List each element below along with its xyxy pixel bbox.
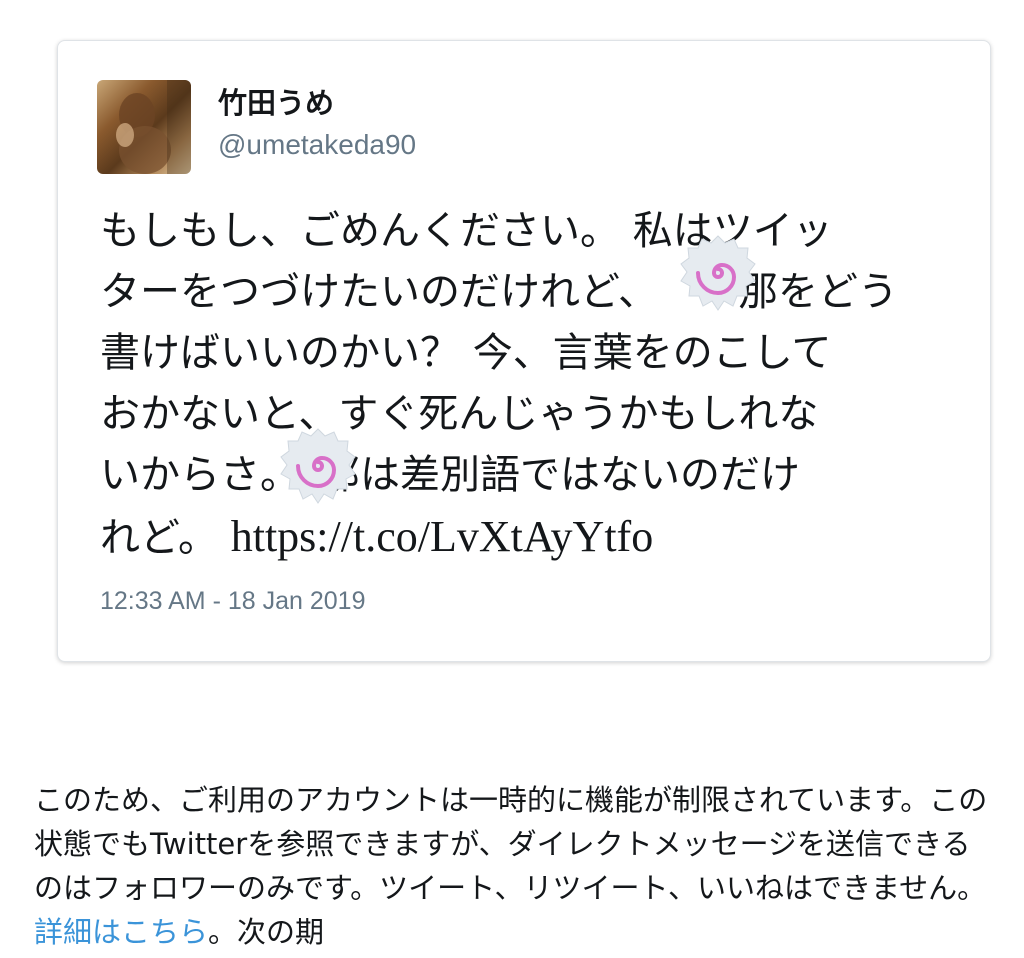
notice-text: このため、ご利用のアカウントは一時的に機能が制限されています。この状態でもTwi… — [34, 783, 988, 905]
naruto-swirl-icon — [680, 235, 756, 311]
avatar[interactable] — [97, 80, 191, 174]
author-name[interactable]: 竹田うめ — [218, 85, 334, 121]
tweet-link[interactable]: https://t.co/LvXtAyYtfo — [231, 512, 654, 561]
naruto-swirl-icon — [280, 428, 356, 504]
notice-text-tail: 。次の期 — [208, 915, 325, 949]
tweet-text-line: いからさ。 — [100, 452, 300, 498]
tweet-text-line: れど。 — [100, 515, 218, 561]
tweet-text-line: 那をどう — [738, 269, 898, 315]
tweet-text-line: おかないと、すぐ死んじゃうかもしれな — [100, 391, 819, 437]
details-link[interactable]: 詳細はこちら — [34, 915, 208, 949]
account-restriction-notice: このため、ご利用のアカウントは一時的に機能が制限されています。この状態でもTwi… — [34, 778, 994, 954]
tweet-timestamp[interactable]: 12:33 AM - 18 Jan 2019 — [100, 587, 365, 616]
tweet-text-line: 那は差別語ではないのだけ — [320, 452, 800, 498]
tweet-text: もしもし、ごめんください。 私はツイッ ターをつづけたいのだけれど、 那をどう 書… — [100, 201, 960, 569]
embedded-tweet-card[interactable]: 竹田うめ @umetakeda90 もしもし、ごめんください。 私はツイッ ター… — [57, 40, 991, 662]
author-handle[interactable]: @umetakeda90 — [218, 128, 416, 162]
tweet-text-line: ターをつづけたいのだけれど、 — [100, 269, 658, 315]
tweet-text-line: 書けばいいのかい？ 今、言葉をのこして — [100, 330, 832, 376]
